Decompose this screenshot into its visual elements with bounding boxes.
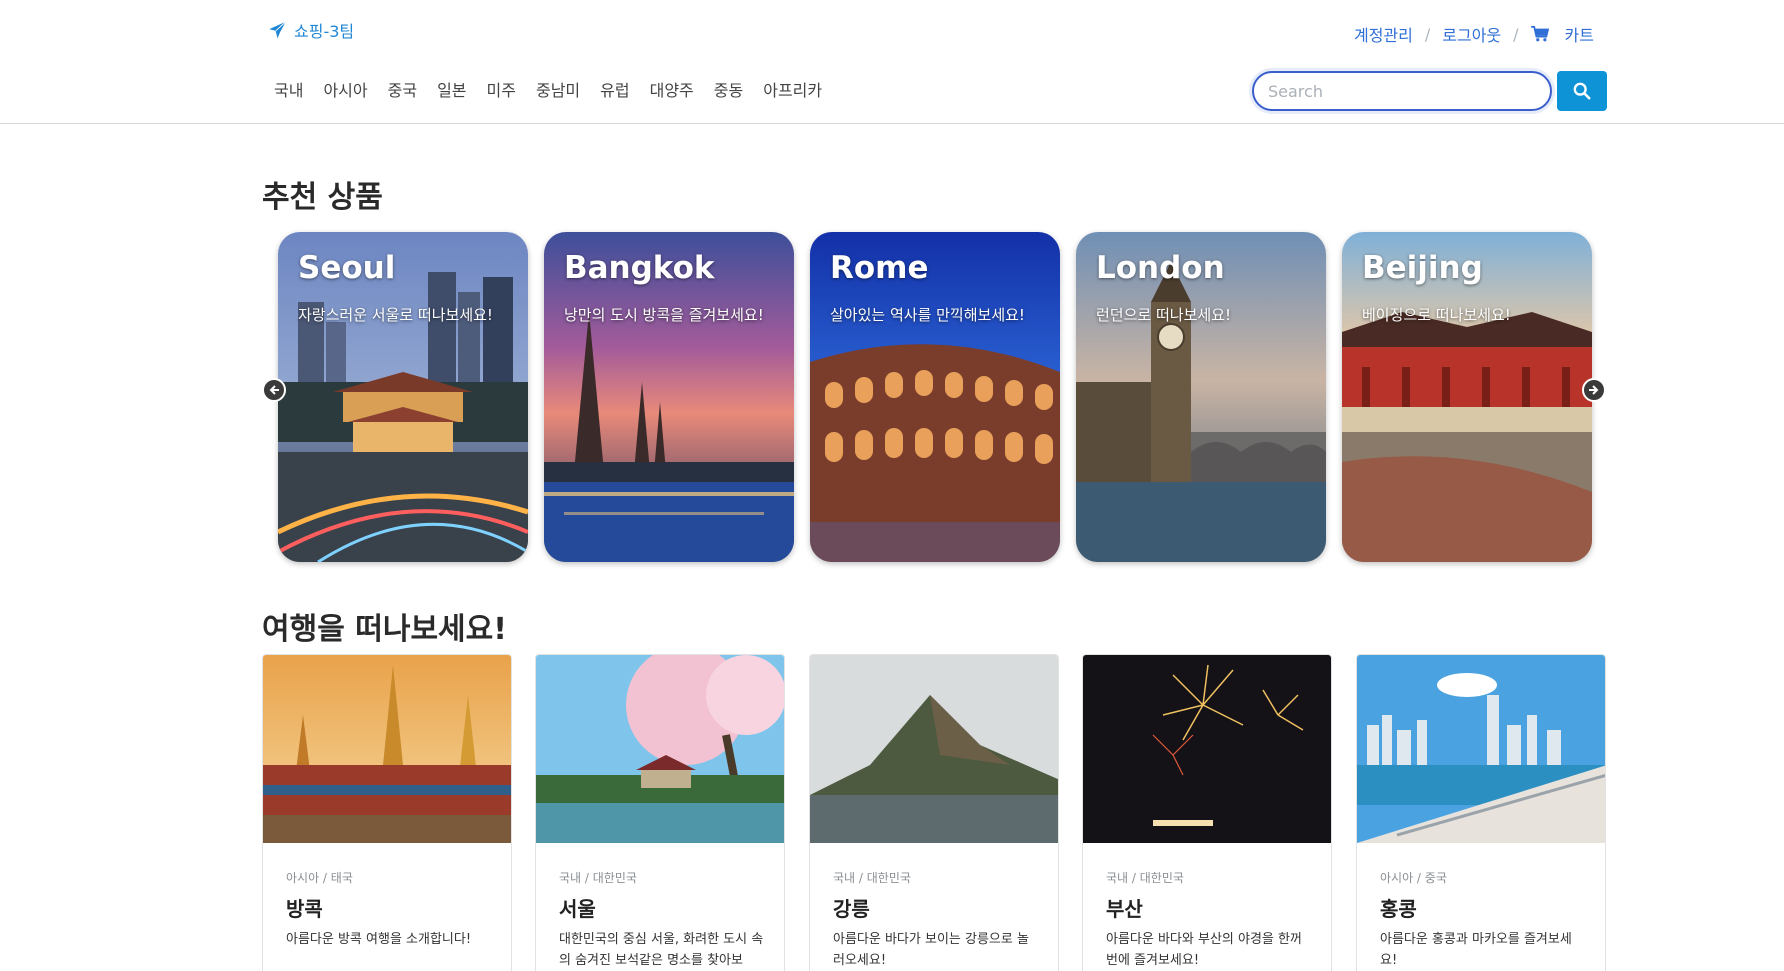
slide-description: 살아있는 역사를 만끽해보세요! xyxy=(830,306,1025,324)
search-button[interactable] xyxy=(1557,71,1607,111)
slide-description: 베이징으로 떠나보세요! xyxy=(1362,306,1511,324)
carousel-next-button[interactable] xyxy=(1582,378,1606,402)
card-description: 아름다운 바다와 부산의 야경을 한꺼번에 즐겨보세요! xyxy=(1106,932,1302,968)
site-header: 쇼핑-3팀 계정관리 / 로그아웃 / 카트 국내 아시아 중국 일본 미주 중… xyxy=(0,0,1784,124)
nav-item-domestic[interactable]: 국내 xyxy=(264,80,313,102)
card-description: 아름다운 방콕 여행을 소개합니다! xyxy=(286,932,472,947)
slide-city: Beijing xyxy=(1362,250,1483,286)
slide-city: London xyxy=(1096,250,1225,286)
slide-description: 자랑스러운 서울로 떠나보세요! xyxy=(298,306,493,324)
search-icon xyxy=(1573,82,1591,100)
nav-item-europe[interactable]: 유럽 xyxy=(590,80,639,102)
card-description: 대한민국의 중심 서울, 화려한 도시 속의 숨겨진 보석같은 명소를 찾아보 xyxy=(559,932,764,968)
site-logo[interactable]: 쇼핑-3팀 xyxy=(265,18,354,42)
recommended-carousel: Seoul 자랑스러운 서울로 떠나보세요! Bangkok 낭만의 도시 방콕… xyxy=(262,232,1608,564)
travel-card-bangkok[interactable]: 아시아 / 태국 방콕 아름다운 방콕 여행을 소개합니다! xyxy=(262,654,512,971)
travel-card-busan[interactable]: 국내 / 대한민국 부산 아름다운 바다와 부산의 야경을 한꺼번에 즐겨보세요… xyxy=(1082,654,1332,971)
card-image-gangneung xyxy=(810,655,1058,843)
card-description: 아름다운 홍콩과 마카오를 즐겨보세요! xyxy=(1380,932,1572,968)
carousel-slide-bangkok[interactable]: Bangkok 낭만의 도시 방콕을 즐겨보세요! xyxy=(544,232,794,562)
search-input[interactable] xyxy=(1252,71,1552,111)
arrow-right-icon xyxy=(1589,385,1599,395)
cart-link[interactable]: 카트 xyxy=(1530,22,1594,46)
card-image-seoul xyxy=(536,655,784,843)
account-links: 계정관리 / 로그아웃 / 카트 xyxy=(1354,22,1594,46)
nav-item-africa[interactable]: 아프리카 xyxy=(753,80,832,102)
search-bar xyxy=(1252,71,1607,111)
card-title: 홍콩 xyxy=(1380,897,1417,921)
card-category: 아시아 / 중국 xyxy=(1380,871,1447,885)
card-image-bangkok xyxy=(263,655,511,843)
carousel-slide-beijing[interactable]: Beijing 베이징으로 떠나보세요! xyxy=(1342,232,1592,562)
travel-card-seoul[interactable]: 국내 / 대한민국 서울 대한민국의 중심 서울, 화려한 도시 속의 숨겨진 … xyxy=(535,654,785,971)
separator: / xyxy=(1424,24,1431,44)
card-title: 부산 xyxy=(1106,897,1143,921)
card-category: 국내 / 대한민국 xyxy=(833,871,911,885)
logo-text: 쇼핑-3팀 xyxy=(294,22,355,41)
carousel-slide-rome[interactable]: Rome 살아있는 역사를 만끽해보세요! xyxy=(810,232,1060,562)
card-category: 아시아 / 태국 xyxy=(286,871,353,885)
account-management-link[interactable]: 계정관리 xyxy=(1354,22,1413,46)
logout-link[interactable]: 로그아웃 xyxy=(1442,22,1501,46)
nav-item-japan[interactable]: 일본 xyxy=(427,80,476,102)
slide-description: 낭만의 도시 방콕을 즐겨보세요! xyxy=(564,306,764,324)
travel-card-hongkong[interactable]: 아시아 / 중국 홍콩 아름다운 홍콩과 마카오를 즐겨보세요! xyxy=(1356,654,1606,971)
travel-title: 여행을 떠나보세요! xyxy=(262,612,507,647)
nav-item-oceania[interactable]: 대양주 xyxy=(640,80,704,102)
airplane-icon xyxy=(269,21,287,39)
separator: / xyxy=(1513,24,1519,44)
nav-item-americas[interactable]: 미주 xyxy=(477,80,526,102)
card-category: 국내 / 대한민국 xyxy=(559,871,637,885)
nav-item-china[interactable]: 중국 xyxy=(378,80,427,102)
cart-icon xyxy=(1530,26,1549,42)
travel-card-gangneung[interactable]: 국내 / 대한민국 강릉 아름다운 바다가 보이는 강릉으로 놀러오세요! xyxy=(809,654,1059,971)
nav-item-asia[interactable]: 아시아 xyxy=(313,80,377,102)
slide-description: 런던으로 떠나보세요! xyxy=(1096,306,1231,324)
category-nav: 국내 아시아 중국 일본 미주 중남미 유럽 대양주 중동 아프리카 xyxy=(264,80,832,102)
nav-item-middle-east[interactable]: 중동 xyxy=(704,80,753,102)
card-title: 서울 xyxy=(559,897,596,921)
card-description: 아름다운 바다가 보이는 강릉으로 놀러오세요! xyxy=(833,932,1029,968)
slide-city: Bangkok xyxy=(564,250,715,286)
nav-item-latin-america[interactable]: 중남미 xyxy=(526,80,590,102)
card-category: 국내 / 대한민국 xyxy=(1106,871,1184,885)
cart-label: 카트 xyxy=(1564,26,1594,45)
slide-city: Seoul xyxy=(298,250,396,286)
slide-city: Rome xyxy=(830,250,929,286)
card-image-busan xyxy=(1083,655,1331,843)
card-title: 방콕 xyxy=(286,897,323,921)
carousel-prev-button[interactable] xyxy=(262,378,286,402)
recommended-title: 추천 상품 xyxy=(262,180,383,215)
arrow-left-icon xyxy=(269,385,279,395)
travel-card-list: 아시아 / 태국 방콕 아름다운 방콕 여행을 소개합니다! 국내 / 대한민국… xyxy=(262,654,1608,971)
carousel-slide-seoul[interactable]: Seoul 자랑스러운 서울로 떠나보세요! xyxy=(278,232,528,562)
card-title: 강릉 xyxy=(833,897,870,921)
card-image-hongkong xyxy=(1357,655,1605,843)
carousel-slide-london[interactable]: London 런던으로 떠나보세요! xyxy=(1076,232,1326,562)
